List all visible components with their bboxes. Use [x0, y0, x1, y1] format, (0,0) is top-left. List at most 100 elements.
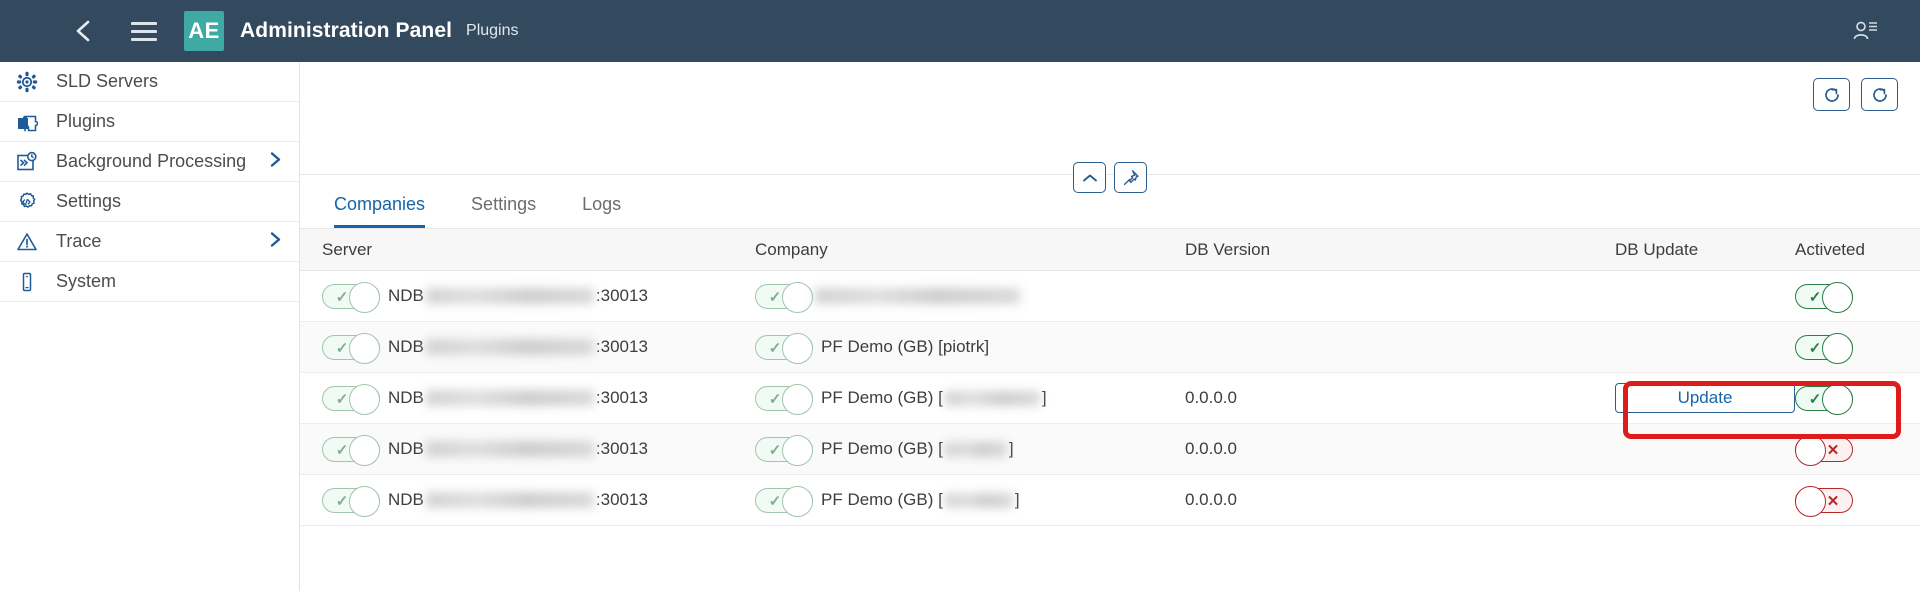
sidebar-item-label: System [56, 271, 117, 291]
company-enabled-toggle[interactable]: ✓ [755, 383, 813, 415]
toggle-knob [349, 485, 380, 517]
background-processing-icon [14, 151, 40, 173]
toggle-knob [349, 383, 380, 415]
cell-activated: ✓ [1795, 383, 1920, 415]
main-content: Companies Settings Logs Server Company D… [300, 62, 1920, 591]
company-name-tail: ] [1041, 388, 1047, 407]
update-button[interactable]: Update [1615, 383, 1795, 413]
toggle-knob [349, 332, 380, 364]
sidebar-item-plugins[interactable]: Plugins [0, 102, 299, 142]
tab-logs[interactable]: Logs [582, 195, 621, 228]
server-name-prefix: NDB [388, 286, 424, 305]
toggle-knob [349, 434, 380, 466]
plugins-puzzle-icon [14, 111, 40, 133]
cell-db-version: 0.0.0.0 [1185, 388, 1237, 407]
cell-server: ✓ NDB :30013 [300, 485, 755, 517]
sidebar-item-label: Trace [56, 231, 102, 251]
refresh-button[interactable] [1813, 78, 1850, 111]
column-header-db-update: DB Update [1615, 239, 1699, 259]
company-enabled-toggle[interactable]: ✓ [755, 485, 813, 517]
top-bar: AE Administration Panel Plugins [0, 0, 1920, 62]
reload-button[interactable] [1861, 78, 1898, 111]
chevron-up-icon [1082, 174, 1097, 181]
sidebar-item-trace[interactable]: Trace [0, 222, 299, 262]
tab-settings[interactable]: Settings [471, 195, 536, 228]
system-device-icon [14, 271, 40, 293]
chevron-right-icon[interactable] [269, 150, 283, 173]
server-name-prefix: NDB [388, 337, 424, 356]
column-header-server: Server [322, 239, 373, 259]
table-row: ✓ NDB:30013 ✓ ✓ [300, 271, 1920, 322]
table-row: ✓ NDB:30013 ✓ PF Demo (GB) [] 0.0.0.0 ✕ [300, 475, 1920, 526]
hamburger-menu-button[interactable] [122, 9, 166, 53]
redacted-server-host [425, 390, 594, 406]
reload-icon [1872, 87, 1887, 102]
activated-toggle[interactable]: ✓ [1795, 281, 1853, 313]
cell-server: ✓ NDB :30013 [300, 332, 755, 364]
server-enabled-toggle[interactable]: ✓ [322, 332, 380, 364]
hamburger-line [131, 37, 157, 41]
cell-activated: ✕ [1795, 485, 1920, 517]
server-port: :30013 [595, 439, 648, 458]
tab-companies[interactable]: Companies [334, 195, 426, 228]
cell-db-version: 0.0.0.0 [1185, 439, 1237, 458]
activated-toggle[interactable]: ✕ [1795, 434, 1853, 466]
cell-activated: ✓ [1795, 281, 1920, 313]
breadcrumb: Plugins [466, 22, 519, 39]
cell-company: ✓ PF Demo (GB) [] [755, 383, 1185, 415]
toggle-knob [782, 485, 813, 517]
companies-table: Server Company DB Version DB Update Acti… [300, 229, 1920, 526]
cell-server: ✓ NDB:30013 [300, 281, 755, 313]
company-enabled-toggle[interactable]: ✓ [755, 332, 813, 364]
cell-db-version: 0.0.0.0 [1185, 490, 1237, 509]
redacted-server-host [425, 441, 594, 457]
sidebar-item-sld-servers[interactable]: SLD Servers [0, 62, 299, 102]
redacted-server-host [425, 492, 594, 508]
redacted-server-host [425, 339, 594, 355]
column-header-company: Company [755, 239, 828, 259]
activated-toggle[interactable]: ✓ [1795, 383, 1853, 415]
sidebar-item-settings[interactable]: Settings [0, 182, 299, 222]
company-name: PF Demo (GB) [ [821, 439, 943, 458]
refresh-icon [1824, 87, 1839, 102]
toggle-knob [782, 383, 813, 415]
pin-panel-button[interactable] [1114, 162, 1147, 193]
refresh-button-group [1813, 78, 1898, 111]
server-name-prefix: NDB [388, 490, 424, 509]
cell-company: ✓ PF Demo (GB) [] [755, 434, 1185, 466]
sidebar: SLD Servers Plugins Background Processin… [0, 62, 300, 591]
sidebar-item-system[interactable]: System [0, 262, 299, 302]
chevron-right-icon[interactable] [269, 230, 283, 253]
redacted-server-host [425, 288, 594, 304]
server-port: :30013 [595, 337, 648, 356]
panel-controls [1073, 162, 1147, 193]
server-port: :30013 [595, 490, 648, 509]
sld-servers-icon [14, 71, 40, 93]
server-enabled-toggle[interactable]: ✓ [322, 281, 380, 313]
company-name: PF Demo (GB) [ [821, 490, 943, 509]
server-name-prefix: NDB [388, 439, 424, 458]
sidebar-item-label: Plugins [56, 111, 116, 131]
user-account-button[interactable] [1846, 12, 1884, 50]
company-enabled-toggle[interactable]: ✓ [755, 281, 813, 313]
server-enabled-toggle[interactable]: ✓ [322, 434, 380, 466]
collapse-panel-button[interactable] [1073, 162, 1106, 193]
company-enabled-toggle[interactable]: ✓ [755, 434, 813, 466]
server-enabled-toggle[interactable]: ✓ [322, 485, 380, 517]
toggle-knob [1822, 332, 1853, 364]
redacted-company-name [944, 492, 1013, 508]
chevron-left-icon [76, 20, 90, 42]
hamburger-line [131, 21, 157, 25]
toolbar-zone [300, 62, 1920, 193]
hamburger-line [131, 29, 157, 33]
sidebar-item-background-processing[interactable]: Background Processing [0, 142, 299, 182]
activated-toggle[interactable]: ✓ [1795, 332, 1853, 364]
cell-company: ✓ PF Demo (GB) [piotrk] [755, 332, 1185, 364]
toggle-knob [782, 434, 813, 466]
sidebar-item-label: SLD Servers [56, 71, 159, 91]
sidebar-item-label: Background Processing [56, 151, 247, 171]
activated-toggle[interactable]: ✕ [1795, 485, 1853, 517]
cell-server: ✓ NDB :30013 [300, 434, 755, 466]
back-button[interactable] [60, 8, 106, 54]
server-enabled-toggle[interactable]: ✓ [322, 383, 380, 415]
